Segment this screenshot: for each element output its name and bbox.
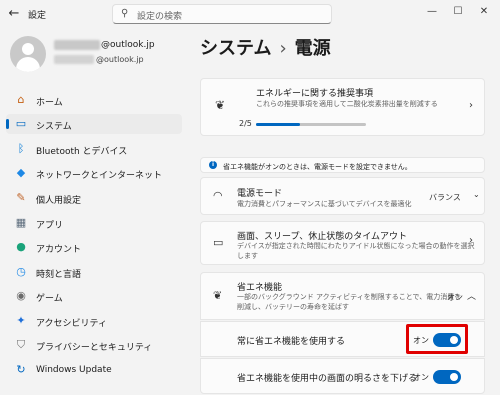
highlight-box — [406, 324, 468, 354]
breadcrumb-parent[interactable]: システム — [200, 38, 271, 59]
monitor-icon: ▭ — [15, 117, 27, 130]
close-icon[interactable]: ✕ — [474, 4, 494, 20]
leaf-icon: ❦ — [215, 98, 226, 112]
gamepad-icon: ◉ — [16, 289, 26, 302]
sidebar-item-privacy[interactable]: ⛉ プライバシーとセキュリティ — [6, 335, 182, 355]
toggle-knob — [450, 373, 458, 381]
sidebar-item-gaming[interactable]: ◉ ゲーム — [6, 286, 182, 306]
sidebar-item-label: ホーム — [36, 98, 63, 108]
leaf-battery-icon: ❦ — [213, 289, 223, 302]
power-mode-card: ◠ 電源モード 電力消費とパフォーマンスに基づいてデバイスを最適化 バランス ⌄ — [200, 177, 485, 215]
sidebar-item-label: 時刻と言語 — [36, 270, 82, 280]
sidebar-item-label: ゲーム — [36, 294, 63, 304]
dropdown-value: バランス — [429, 193, 461, 202]
screen-timeout-icon: ▭ — [213, 236, 224, 249]
wifi-icon: ◆ — [16, 166, 26, 179]
info-icon: i — [209, 161, 217, 169]
sidebar-item-accessibility[interactable]: ✦ アクセシビリティ — [6, 311, 182, 331]
card-description: デバイスが指定された時間にわたりアイドル状態になった場合の動作を選択 — [237, 242, 475, 250]
sidebar-item-home[interactable]: ⌂ ホーム — [6, 90, 182, 110]
sidebar-item-label: アクセシビリティ — [36, 319, 108, 329]
minimize-icon[interactable]: — — [422, 4, 442, 20]
sidebar-item-apps[interactable]: ▦ アプリ — [6, 213, 182, 233]
card-description: 一部のバックグラウンド アクティビティを制限することで、電力消費を — [237, 293, 462, 301]
status-text: オン — [447, 293, 463, 302]
chevron-right-icon: › — [469, 100, 473, 111]
sidebar-item-system[interactable]: ▭ システム — [6, 114, 182, 134]
sidebar-item-bluetooth[interactable]: ᛒ Bluetooth とデバイス — [6, 139, 182, 159]
card-description-cont: します — [237, 252, 258, 260]
info-bar: i 省エネ機能がオンのときは、電源モードを設定できません。 — [200, 157, 485, 173]
sidebar-item-label: 個人用設定 — [36, 196, 82, 206]
redacted-name — [54, 40, 100, 50]
sidebar-item-windows-update[interactable]: ↻ Windows Update — [6, 360, 182, 380]
home-icon: ⌂ — [17, 93, 25, 106]
card-title: 電源モード — [237, 189, 283, 199]
progress-fill — [256, 123, 300, 126]
toggle-state-text: オン — [413, 373, 429, 382]
sidebar-item-label: プライバシーとセキュリティ — [36, 343, 153, 353]
title-bar: ← 設定 ⚲ 設定の検索 — ☐ ✕ — [0, 0, 500, 28]
search-placeholder: 設定の検索 — [137, 12, 183, 22]
account-email: @outlook.jp — [101, 40, 155, 50]
sidebar-item-time-language[interactable]: ◷ 時刻と言語 — [6, 262, 182, 282]
sidebar-item-label: Windows Update — [36, 365, 112, 375]
sidebar-item-accounts[interactable]: ● アカウント — [6, 237, 182, 257]
app-title: 設定 — [28, 11, 47, 21]
setting-label: 常に省エネ機能を使用する — [237, 337, 346, 347]
chevron-right-icon: › — [279, 38, 287, 59]
breadcrumb: システム › 電源 — [200, 34, 331, 60]
sidebar-item-label: Bluetooth とデバイス — [36, 147, 128, 157]
sidebar-item-label: ネットワークとインターネット — [36, 171, 163, 181]
apps-icon: ▦ — [15, 216, 27, 229]
update-icon: ↻ — [16, 363, 26, 376]
chevron-up-icon: ︿ — [467, 292, 477, 302]
progress-bar — [256, 123, 366, 126]
avatar-body — [16, 57, 40, 72]
gauge-icon: ◠ — [213, 189, 223, 202]
account-email-secondary: @outlook.jp — [96, 55, 144, 64]
card-description: 電力消費とパフォーマンスに基づいてデバイスを最適化 — [237, 200, 412, 208]
setting-label: 省エネ機能を使用中の画面の明るさを下げる — [237, 374, 418, 384]
sidebar-item-personalization[interactable]: ✎ 個人用設定 — [6, 188, 182, 208]
search-icon: ⚲ — [121, 8, 129, 19]
back-arrow-icon[interactable]: ← — [6, 6, 22, 22]
avatar-head — [22, 43, 34, 55]
bluetooth-icon: ᛒ — [17, 142, 25, 155]
accessibility-icon: ✦ — [16, 314, 26, 327]
shield-icon: ⛉ — [16, 338, 26, 351]
sidebar-item-network[interactable]: ◆ ネットワークとインターネット — [6, 163, 182, 183]
card-description-cont: 削減し、バッテリーの寿命を延ばす — [237, 303, 349, 311]
energy-recommendations-card[interactable]: ❦ エネルギーに関する推奨事項 これらの推奨事項を適用して二酸化炭素排出量を削減… — [200, 78, 485, 136]
search-input[interactable]: ⚲ 設定の検索 — [112, 4, 332, 24]
power-mode-dropdown[interactable]: バランス ⌄ — [429, 190, 481, 204]
maximize-icon[interactable]: ☐ — [448, 4, 468, 20]
redacted-email — [54, 55, 94, 64]
sidebar-item-label: システム — [36, 122, 72, 132]
card-title: エネルギーに関する推奨事項 — [256, 89, 374, 99]
sidebar-item-label: アカウント — [36, 245, 82, 255]
avatar[interactable] — [10, 36, 46, 72]
active-indicator — [6, 119, 9, 129]
card-description: これらの推奨事項を適用して二酸化炭素排出量を削減する — [256, 100, 438, 108]
chevron-down-icon: ⌄ — [473, 190, 480, 199]
energy-saver-card[interactable]: ❦ 省エネ機能 一部のバックグラウンド アクティビティを制限することで、電力消費… — [200, 272, 485, 320]
brush-icon: ✎ — [16, 191, 26, 204]
person-icon: ● — [16, 240, 26, 253]
lower-brightness-row: 省エネ機能を使用中の画面の明るさを下げる オン — [200, 358, 485, 394]
page-title: 電源 — [294, 38, 331, 59]
info-text: 省エネ機能がオンのときは、電源モードを設定できません。 — [223, 163, 412, 171]
sidebar-item-label: アプリ — [36, 221, 64, 231]
globe-clock-icon: ◷ — [16, 265, 26, 278]
chevron-right-icon: › — [469, 235, 473, 246]
progress-text: 2/5 — [239, 119, 252, 128]
lower-brightness-toggle[interactable] — [433, 370, 461, 384]
screen-sleep-timeout-card[interactable]: ▭ 画面、スリープ、休止状態のタイムアウト デバイスが指定された時間にわたりアイ… — [200, 221, 485, 265]
